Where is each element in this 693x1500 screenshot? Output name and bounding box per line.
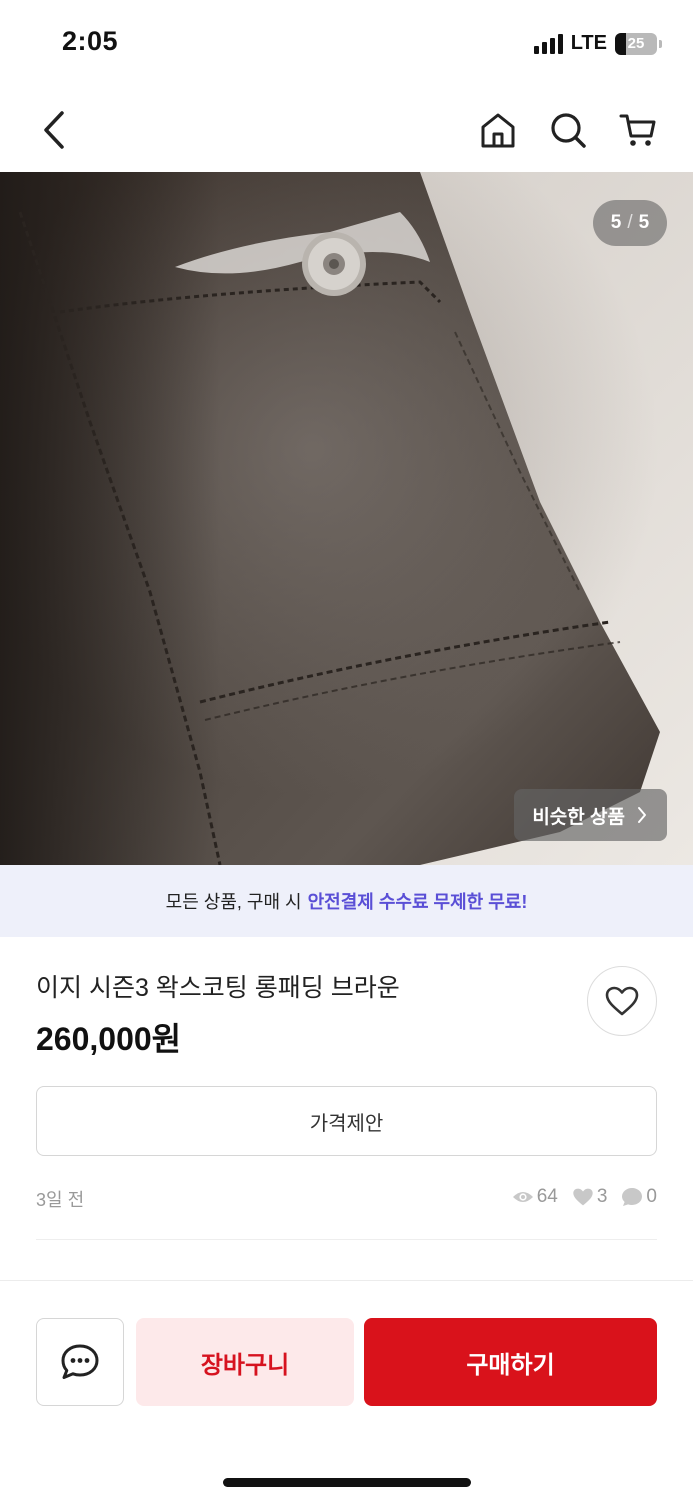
status-indicators: LTE 25 [533, 32, 662, 55]
promo-text: 모든 상품, 구매 시 [165, 892, 302, 912]
chat-icon [622, 1188, 643, 1206]
likes-stat: 3 [572, 1186, 608, 1208]
views-count: 64 [536, 1186, 558, 1207]
product-meta: 3일 전 64 3 0 [36, 1186, 657, 1212]
similar-products-button[interactable]: 비슷한 상품 [514, 789, 667, 841]
bottom-action-bar: 장바구니 구매하기 [0, 1280, 693, 1500]
buy-now-button[interactable]: 구매하기 [364, 1318, 657, 1406]
image-total: 5 [638, 212, 650, 233]
chats-count: 0 [646, 1186, 657, 1207]
chevron-right-icon [638, 807, 646, 823]
cart-nav-button[interactable] [612, 104, 664, 156]
image-separator: / [627, 212, 633, 233]
image-current: 5 [610, 212, 622, 233]
product-price: 260,000원 [36, 1021, 182, 1057]
battery-icon: 25 [615, 32, 662, 55]
home-indicator [223, 1478, 471, 1487]
product-stats: 64 3 0 [504, 1186, 657, 1208]
heart-filled-icon [573, 1188, 593, 1206]
back-button[interactable] [28, 104, 80, 156]
posted-time: 3일 전 [36, 1190, 85, 1210]
battery-fill [615, 32, 626, 55]
eye-icon [512, 1192, 533, 1202]
search-button[interactable] [542, 104, 594, 156]
image-counter: 5 / 5 [593, 200, 667, 246]
add-to-cart-button[interactable]: 장바구니 [136, 1318, 354, 1406]
battery-level: 25 [627, 35, 645, 52]
search-icon [551, 113, 586, 148]
chat-button[interactable] [36, 1318, 124, 1406]
status-bar: 2:05 LTE 25 [0, 0, 693, 88]
promo-banner[interactable]: 모든 상품, 구매 시 안전결제 수수료 무제한 무료! [0, 865, 693, 937]
home-button[interactable] [472, 104, 524, 156]
similar-products-label: 비슷한 상품 [532, 806, 625, 828]
likes-count: 3 [596, 1186, 608, 1207]
home-icon [481, 113, 515, 148]
wishlist-button[interactable] [587, 966, 657, 1036]
section-divider [36, 1239, 657, 1240]
battery-nub [659, 39, 662, 48]
chevron-left-icon [44, 111, 64, 149]
status-time: 2:05 [62, 26, 119, 56]
chat-bubble-icon [61, 1344, 99, 1379]
price-offer-button[interactable]: 가격제안 [36, 1086, 657, 1156]
promo-highlight: 안전결제 수수료 무제한 무료! [307, 892, 528, 912]
network-label: LTE [570, 32, 607, 54]
views-stat: 64 [512, 1186, 558, 1208]
signal-icon [533, 33, 563, 54]
product-image[interactable]: 5 / 5 비슷한 상품 [0, 172, 693, 865]
chats-stat: 0 [621, 1186, 657, 1208]
cart-icon [619, 114, 656, 146]
top-nav [0, 88, 693, 172]
product-photo [0, 172, 693, 865]
product-title: 이지 시즌3 왁스코팅 롱패딩 브라운 [36, 974, 400, 1002]
heart-icon [605, 986, 639, 1016]
price-offer-label: 가격제안 [309, 1112, 384, 1135]
